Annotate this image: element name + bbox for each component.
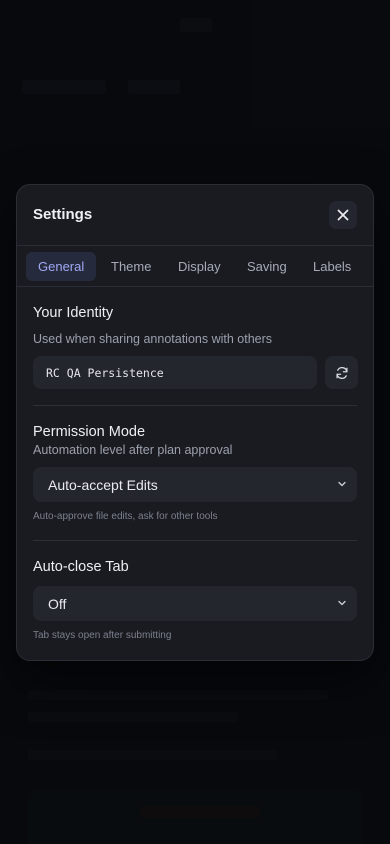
permission-mode-description: Automation level after plan approval: [33, 443, 233, 457]
close-button[interactable]: [329, 201, 357, 229]
identity-value: RC QA Persistence: [46, 365, 164, 380]
section-divider: [33, 540, 357, 541]
chevron-down-icon: [338, 600, 346, 606]
tab-label: Theme: [111, 259, 152, 274]
close-icon: [337, 209, 349, 221]
modal-header: Settings: [17, 185, 373, 246]
permission-mode-hint: Auto-approve file edits, ask for other t…: [33, 511, 218, 522]
section-divider: [33, 405, 357, 406]
auto-close-tab-select[interactable]: Off: [33, 586, 357, 621]
permission-mode-title: Permission Mode: [33, 424, 146, 440]
auto-close-tab-value: Off: [48, 595, 67, 612]
settings-tabs: General Theme Display Saving Labels: [17, 246, 373, 287]
permission-mode-value: Auto-accept Edits: [48, 476, 158, 493]
tab-label: Labels: [313, 259, 352, 274]
tab-label: Saving: [247, 259, 287, 274]
identity-description: Used when sharing annotations with other…: [33, 332, 273, 346]
tab-label: Display: [178, 259, 221, 274]
refresh-icon: [335, 366, 348, 379]
regenerate-identity-button[interactable]: [325, 356, 358, 389]
tab-label: General: [38, 259, 85, 274]
tab-saving[interactable]: Saving: [235, 252, 299, 281]
auto-close-tab-title: Auto-close Tab: [33, 559, 129, 575]
modal-title: Settings: [33, 206, 93, 223]
permission-mode-select[interactable]: Auto-accept Edits: [33, 467, 357, 502]
identity-title: Your Identity: [33, 305, 114, 321]
tab-labels[interactable]: Labels: [301, 252, 363, 281]
tab-general[interactable]: General: [26, 252, 97, 281]
tab-theme[interactable]: Theme: [99, 252, 163, 281]
auto-close-tab-hint: Tab stays open after submitting: [33, 630, 172, 641]
chevron-down-icon: [338, 481, 346, 487]
tab-display[interactable]: Display: [166, 252, 233, 281]
identity-input[interactable]: RC QA Persistence: [33, 356, 317, 389]
settings-modal: Settings General Theme Display Saving La…: [16, 184, 374, 661]
